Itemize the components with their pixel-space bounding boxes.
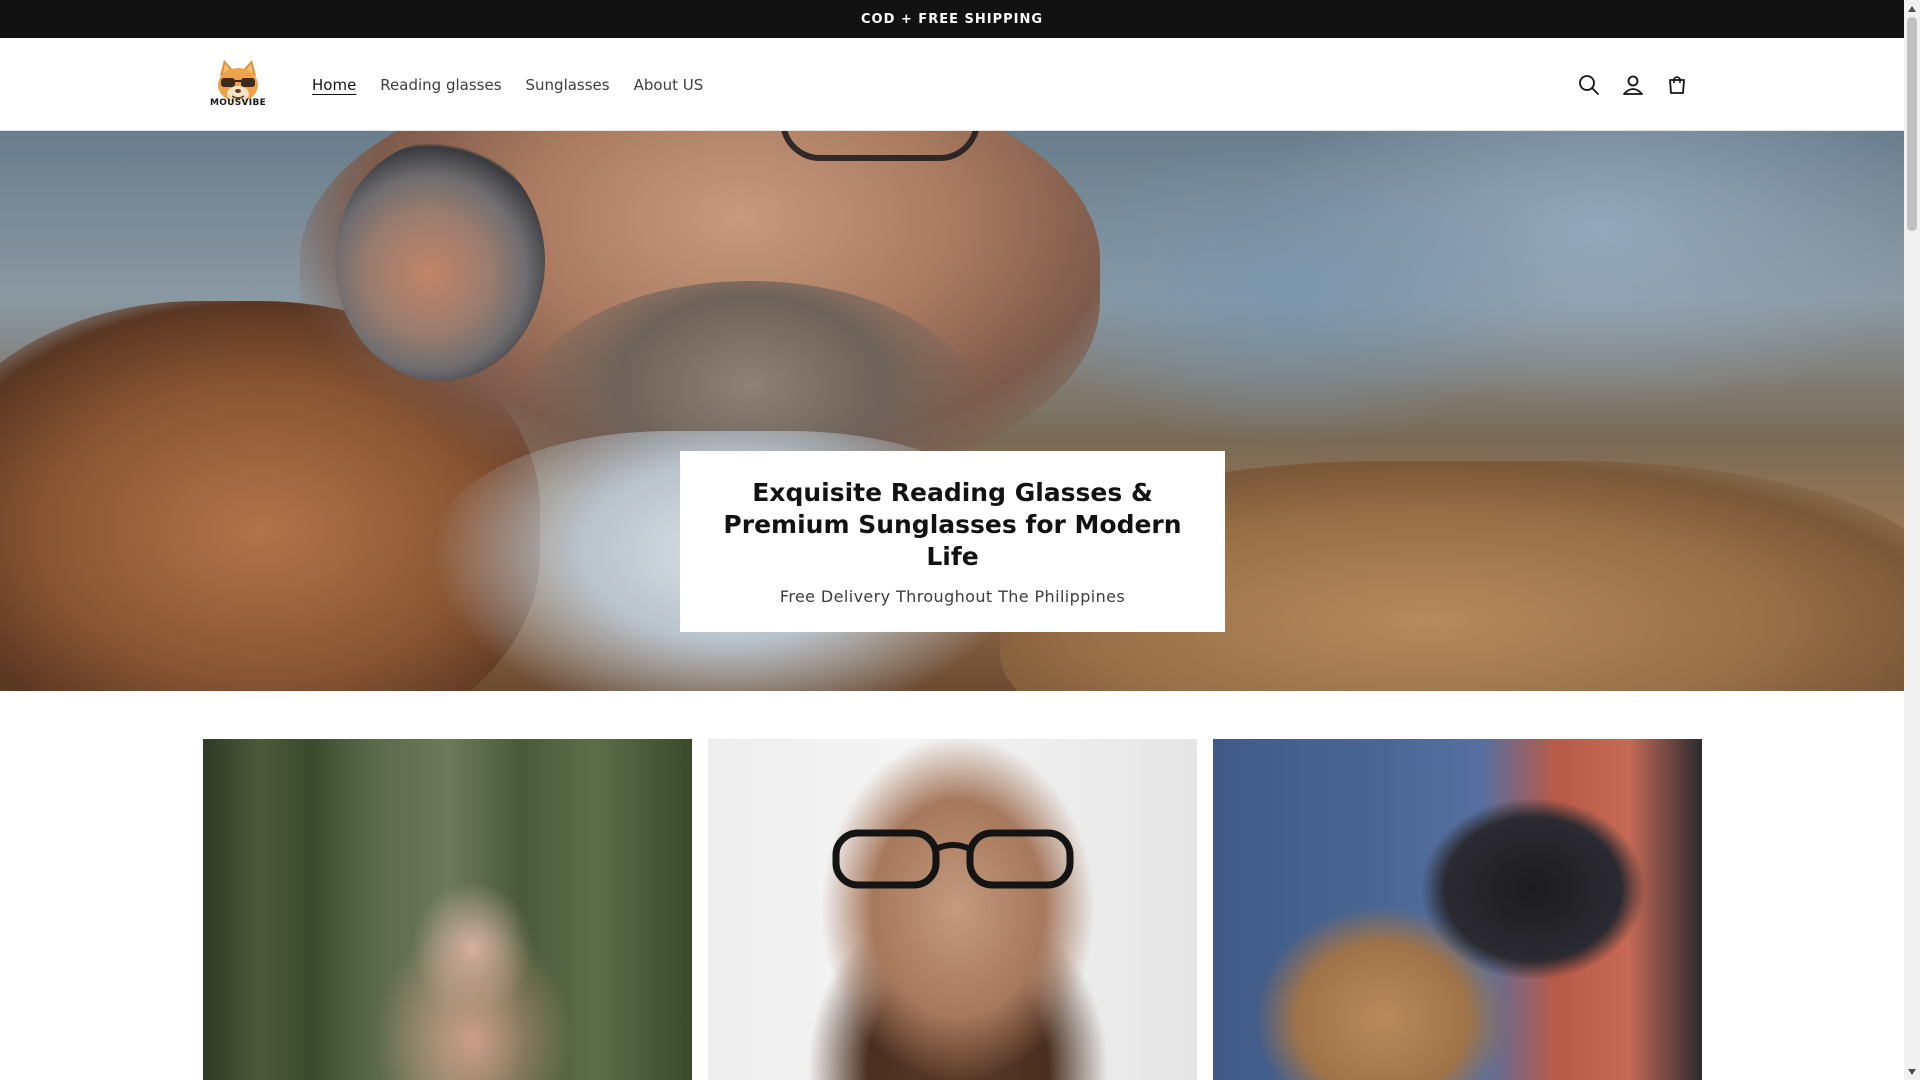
nav-link-about-us[interactable]: About US <box>622 76 716 94</box>
header-icons <box>1576 38 1690 131</box>
site-header: MOUSVIBE Home Reading glasses Sunglasses… <box>0 38 1904 131</box>
search-icon[interactable] <box>1576 72 1602 98</box>
hero-banner: Exquisite Reading Glasses & Premium Sung… <box>0 131 1904 691</box>
cart-icon[interactable] <box>1664 72 1690 98</box>
logo-text: MOUSVIBE <box>209 98 267 108</box>
page: COD + FREE SHIPPING MOUSVIBE Home Readin… <box>0 0 1904 1080</box>
scroll-down-arrow-icon[interactable] <box>1904 1063 1920 1080</box>
account-icon[interactable] <box>1620 72 1646 98</box>
hero-text-box: Exquisite Reading Glasses & Premium Sung… <box>680 451 1225 632</box>
scroll-up-arrow-icon[interactable] <box>1904 0 1920 17</box>
vertical-scrollbar[interactable] <box>1904 0 1920 1080</box>
announcement-text: COD + FREE SHIPPING <box>860 11 1044 27</box>
collection-card-bearded-man[interactable] <box>708 739 1197 1080</box>
collection-card-delivery[interactable] <box>1213 739 1702 1080</box>
main-nav: Home Reading glasses Sunglasses About US <box>300 38 715 131</box>
collection-card-reading-woman[interactable] <box>203 739 692 1080</box>
hero-image-headphones <box>335 141 545 381</box>
nav-link-sunglasses[interactable]: Sunglasses <box>514 76 622 94</box>
collection-grid <box>203 739 1703 1080</box>
announcement-bar: COD + FREE SHIPPING <box>0 0 1904 38</box>
nav-link-reading-glasses[interactable]: Reading glasses <box>368 76 513 94</box>
hero-image-sunglasses <box>780 131 980 161</box>
hero-title: Exquisite Reading Glasses & Premium Sung… <box>723 478 1182 571</box>
eyeglasses-image <box>832 829 1074 889</box>
scrollbar-thumb[interactable] <box>1907 17 1917 231</box>
hero-subtitle: Free Delivery Throughout The Philippines <box>779 587 1126 606</box>
nav-link-home[interactable]: Home <box>300 76 368 94</box>
